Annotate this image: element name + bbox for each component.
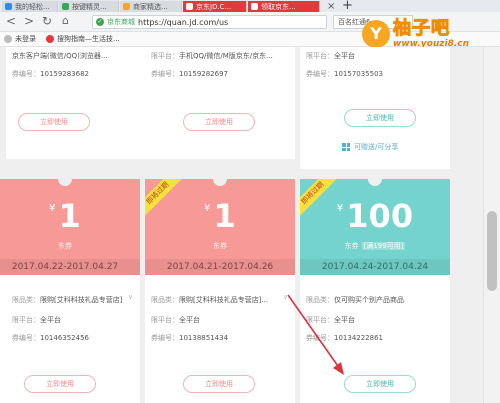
tab-favicon-icon xyxy=(251,3,258,10)
address-bar[interactable]: ✓ 京东商城 https://quan.jd.com/us xyxy=(92,15,327,29)
secure-lock-icon: ✓ xyxy=(96,18,104,26)
vertical-scrollbar[interactable] xyxy=(483,47,500,403)
tab-favicon-icon xyxy=(186,3,193,10)
close-tab-icon[interactable]: × xyxy=(327,1,335,12)
browser-tab[interactable]: 京东JD.C... xyxy=(183,1,247,12)
user-icon xyxy=(4,35,12,43)
reload-icon[interactable]: ↻ xyxy=(42,14,52,28)
tab-favicon-icon xyxy=(5,3,12,10)
browser-tab[interactable]: 商家精选... xyxy=(120,1,182,12)
url-text: https://quan.jd.com/us xyxy=(138,17,229,27)
bookmark-not-logged-in[interactable]: 未登录 xyxy=(4,34,36,44)
new-tab-icon[interactable]: + xyxy=(342,0,353,12)
sogou-icon xyxy=(46,35,54,43)
site-identity: 京东商城 xyxy=(107,18,135,26)
scrollbar-thumb[interactable] xyxy=(487,211,497,291)
browser-tab-active[interactable]: 领取京东... xyxy=(248,1,320,12)
youzi-logo-icon: Y xyxy=(362,20,390,48)
browser-tab[interactable]: 按键精灵... xyxy=(59,1,119,12)
bookmark-sogou-guide[interactable]: 搜狗指南—生活技... xyxy=(46,34,120,44)
annotation-arrow xyxy=(287,294,344,375)
browser-tab[interactable]: 我的轻松... xyxy=(2,1,58,12)
page-content: 京东客户端(微信/QQ)浏览器... 券编号：10159283682 立即使用 … xyxy=(0,47,500,403)
tab-favicon-icon xyxy=(123,3,130,10)
back-icon[interactable]: < xyxy=(6,14,16,28)
watermark-name: 柚子吧 xyxy=(393,18,450,39)
tab-favicon-icon xyxy=(62,3,69,10)
home-icon[interactable]: ⌂ xyxy=(62,14,69,27)
forward-icon[interactable]: > xyxy=(24,14,34,28)
tab-bar: 我的轻松... 按键精灵... 商家精选... 京东JD.C... 领取京东..… xyxy=(0,0,500,12)
